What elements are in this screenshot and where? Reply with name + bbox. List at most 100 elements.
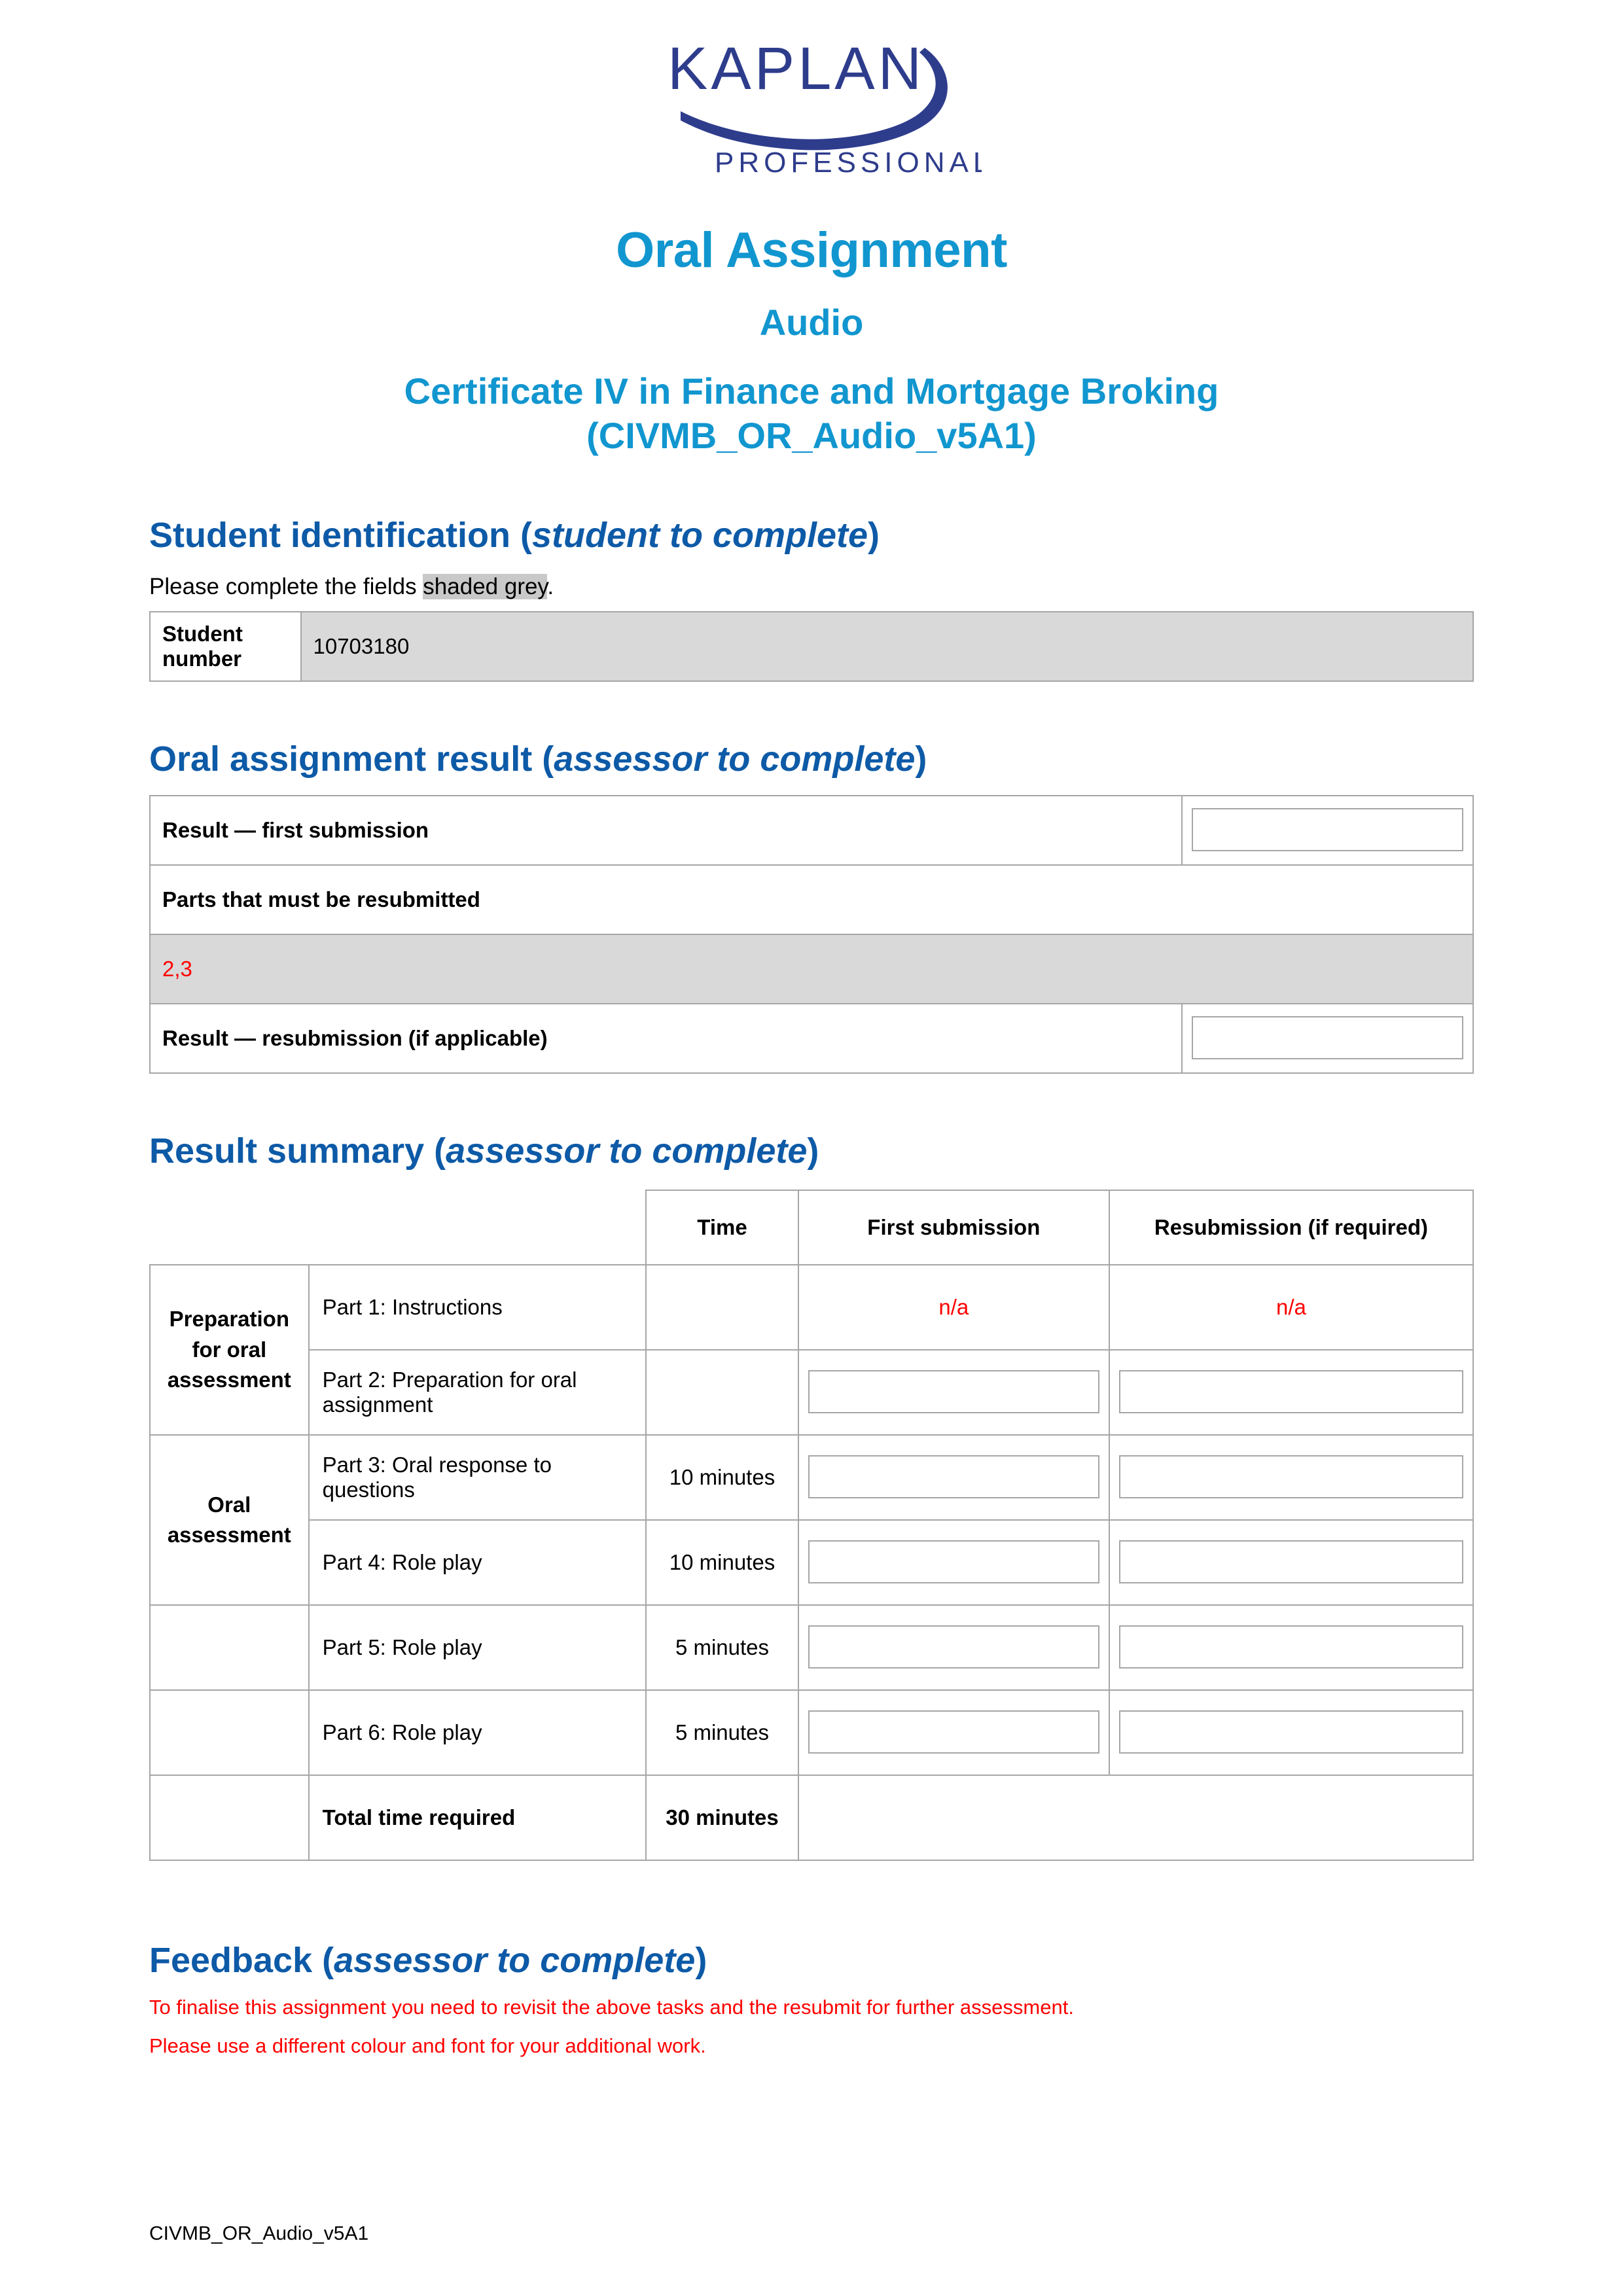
result-first-submission-input[interactable]	[1192, 807, 1463, 851]
summary-resubmission-input[interactable]	[1118, 1455, 1463, 1498]
course-title-line2: (CIVMB_OR_Audio_v5A1)	[586, 414, 1037, 456]
instruction-text-before: Please complete the fields	[149, 573, 423, 599]
total-time-value: 30 minutes	[645, 1774, 799, 1861]
summary-part-label: Part 3: Oral response to questions	[308, 1434, 647, 1521]
heading-close-text: )	[868, 516, 880, 556]
page-title: Oral Assignment	[616, 222, 1007, 278]
heading-italic-text: assessor to complete	[554, 739, 916, 779]
result-first-submission-label: Result — first submission	[149, 794, 1183, 866]
heading-text: Oral assignment result (	[149, 739, 554, 779]
parts-resubmitted-label: Parts that must be resubmitted	[149, 864, 1474, 935]
group-label-empty	[149, 1604, 310, 1691]
table-row: Parts that must be resubmitted	[149, 864, 1474, 935]
document-page: KAPLAN PROFESSIONAL Oral Assignment Audi…	[0, 0, 1623, 2296]
heading-italic-text: student to complete	[531, 516, 868, 556]
course-title-line1: Certificate IV in Finance and Mortgage B…	[404, 370, 1219, 412]
summary-first-submission-input[interactable]	[808, 1710, 1099, 1754]
summary-first-submission-input[interactable]	[808, 1625, 1099, 1669]
logo-container: KAPLAN PROFESSIONAL	[149, 0, 1474, 195]
student-number-label: Student number	[149, 611, 302, 682]
summary-part-time	[645, 1263, 799, 1351]
table-row: 2,3	[149, 933, 1474, 1004]
summary-part-time: 10 minutes	[645, 1434, 799, 1521]
heading-text: Student identification (	[149, 516, 532, 556]
total-row-blank-cell	[797, 1774, 1474, 1861]
kaplan-professional-logo: KAPLAN PROFESSIONAL	[641, 31, 982, 195]
summary-resubmission-input[interactable]	[1118, 1540, 1463, 1583]
heading-close-text: )	[915, 739, 927, 779]
summary-first-submission-na: n/a	[797, 1263, 1110, 1351]
student-identification-table: Student number 10703180	[149, 611, 1474, 682]
page-subtitle: Audio	[759, 302, 864, 344]
summary-part-time: 10 minutes	[645, 1519, 799, 1606]
parts-resubmitted-value[interactable]: 2,3	[149, 933, 1474, 1004]
summary-header-first-submission: First submission	[797, 1189, 1110, 1265]
instruction-text-after: .	[547, 573, 554, 599]
svg-text:PROFESSIONAL: PROFESSIONAL	[715, 147, 982, 179]
summary-resubmission-input[interactable]	[1118, 1369, 1463, 1413]
summary-part-time: 5 minutes	[645, 1604, 799, 1691]
feedback-line-1: To finalise this assignment you need to …	[149, 1995, 1074, 2019]
group-label-oral-assessment: Oral assessment	[149, 1434, 310, 1606]
summary-first-submission-cell	[797, 1349, 1110, 1436]
summary-resubmission-input[interactable]	[1118, 1710, 1463, 1754]
oral-assignment-result-table: Result — first submission Parts that mus…	[149, 794, 1474, 1074]
summary-resubmission-cell	[1108, 1689, 1474, 1776]
result-first-submission-field-cell	[1181, 794, 1474, 866]
instruction-shaded-grey: shaded grey	[423, 573, 548, 599]
section-heading-student-identification: Student identification (student to compl…	[149, 514, 1474, 557]
group-label-preparation: Preparation for oral assessment	[149, 1263, 310, 1436]
table-row: Student number 10703180	[149, 611, 1474, 682]
result-resubmission-field-cell	[1181, 1002, 1474, 1074]
summary-header-blank-1	[150, 1190, 309, 1265]
summary-resubmission-input[interactable]	[1118, 1625, 1463, 1669]
heading-close-text: )	[695, 1940, 707, 1980]
summary-header-resubmission: Resubmission (if required)	[1108, 1189, 1474, 1265]
group-label-empty	[149, 1774, 310, 1861]
summary-first-submission-input[interactable]	[808, 1540, 1099, 1583]
summary-header-time: Time	[645, 1189, 799, 1265]
summary-resubmission-cell	[1108, 1434, 1474, 1521]
heading-italic-text: assessor to complete	[446, 1131, 808, 1171]
summary-resubmission-cell	[1108, 1604, 1474, 1691]
total-time-label: Total time required	[308, 1774, 647, 1861]
table-row: Result — first submission	[149, 794, 1474, 866]
svg-text:KAPLAN: KAPLAN	[668, 35, 925, 102]
summary-part-time	[645, 1349, 799, 1436]
group-label-empty	[149, 1689, 310, 1776]
table-row: Part 4: Role play 10 minutes	[150, 1519, 1474, 1606]
summary-header-blank-2	[309, 1190, 647, 1265]
page-footer: CIVMB_OR_Audio_v5A1	[149, 2223, 369, 2244]
feedback-section: Feedback (assessor to complete) To final…	[149, 1939, 1474, 2060]
summary-resubmission-cell	[1108, 1349, 1474, 1436]
table-row: Part 5: Role play 5 minutes	[149, 1604, 1474, 1691]
table-row: Part 2: Preparation for oral assignment	[150, 1349, 1474, 1436]
student-number-field[interactable]: 10703180	[300, 611, 1474, 682]
table-row: Part 6: Role play 5 minutes	[149, 1689, 1474, 1776]
complete-fields-instruction: Please complete the fields shaded grey.	[149, 571, 1474, 602]
section-heading-feedback: Feedback (assessor to complete)	[149, 1939, 1474, 1982]
summary-first-submission-input[interactable]	[808, 1369, 1099, 1413]
section-heading-result-summary: Result summary (assessor to complete)	[149, 1130, 1474, 1173]
result-resubmission-label: Result — resubmission (if applicable)	[149, 1002, 1183, 1074]
summary-part-label: Part 5: Role play	[308, 1604, 647, 1691]
summary-first-submission-cell	[797, 1434, 1110, 1521]
summary-first-submission-cell	[797, 1519, 1110, 1606]
feedback-line-2: Please use a different colour and font f…	[149, 2034, 706, 2058]
summary-resubmission-na: n/a	[1108, 1263, 1474, 1351]
result-resubmission-input[interactable]	[1192, 1016, 1463, 1059]
result-summary-table: Time First submission Resubmission (if r…	[149, 1189, 1474, 1861]
summary-part-label: Part 4: Role play	[308, 1519, 647, 1606]
summary-part-time: 5 minutes	[645, 1689, 799, 1776]
heading-text: Feedback (	[149, 1940, 334, 1980]
heading-text: Result summary (	[149, 1131, 446, 1171]
summary-part-label: Part 6: Role play	[308, 1689, 647, 1776]
summary-first-submission-input[interactable]	[808, 1455, 1099, 1498]
summary-part-label: Part 2: Preparation for oral assignment	[308, 1349, 647, 1436]
summary-part-label: Part 1: Instructions	[308, 1263, 647, 1351]
heading-italic-text: assessor to complete	[334, 1940, 696, 1980]
summary-first-submission-cell	[797, 1604, 1110, 1691]
